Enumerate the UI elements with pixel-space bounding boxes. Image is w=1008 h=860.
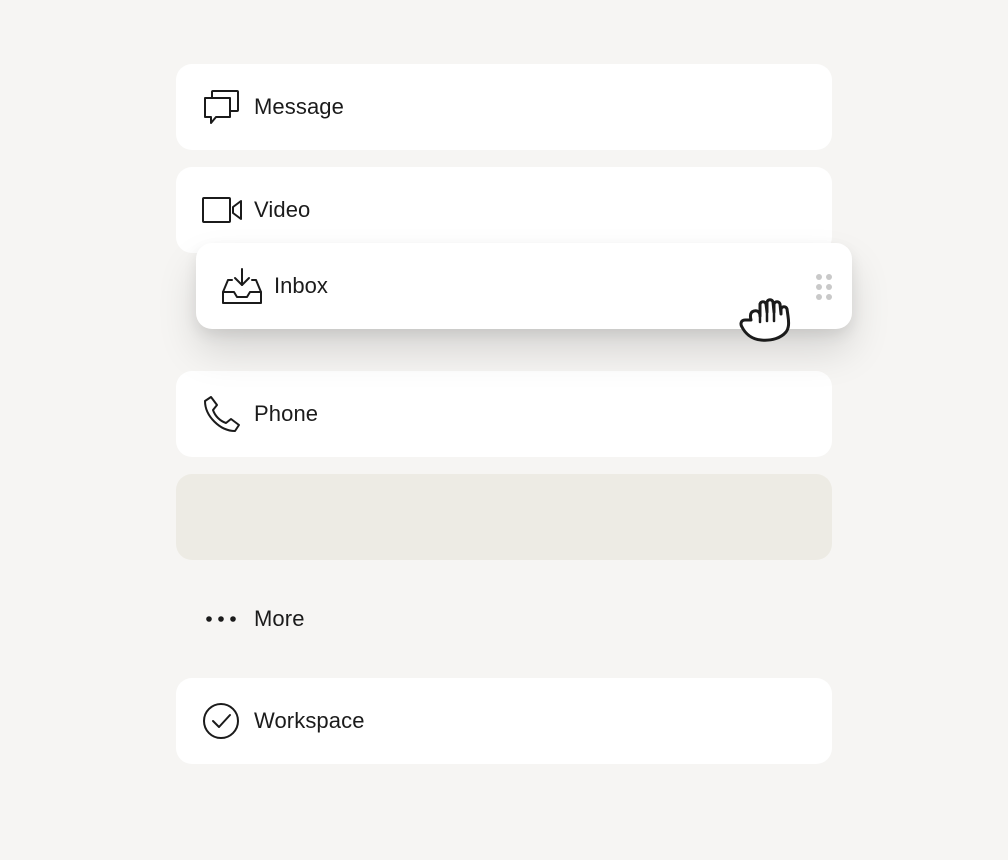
phone-icon — [202, 394, 242, 434]
list-item-label: Inbox — [274, 273, 328, 298]
list-item-label: Phone — [254, 401, 319, 426]
drag-handle-icon[interactable] — [816, 274, 832, 300]
inbox-download-icon — [222, 266, 262, 306]
chat-bubbles-icon — [202, 87, 242, 127]
reorderable-list: Message Video Phone More Workspace Inbox — [0, 0, 1008, 860]
list-item-label: Message — [254, 94, 344, 119]
drop-placeholder — [176, 474, 832, 560]
list-item-inbox-dragging[interactable]: Inbox — [196, 243, 852, 329]
list-item-phone[interactable]: Phone — [176, 371, 832, 457]
check-circle-icon — [202, 701, 242, 741]
list-item-label: Workspace — [254, 708, 365, 733]
list-item-message[interactable]: Message — [176, 64, 832, 150]
list-item-video[interactable]: Video — [176, 167, 832, 253]
list-item-more[interactable]: More — [176, 576, 832, 662]
list-item-label: Video — [254, 197, 311, 222]
more-dots-icon — [202, 599, 242, 639]
list-item-workspace[interactable]: Workspace — [176, 678, 832, 764]
list-item-label: More — [254, 606, 305, 631]
video-camera-icon — [202, 190, 242, 230]
